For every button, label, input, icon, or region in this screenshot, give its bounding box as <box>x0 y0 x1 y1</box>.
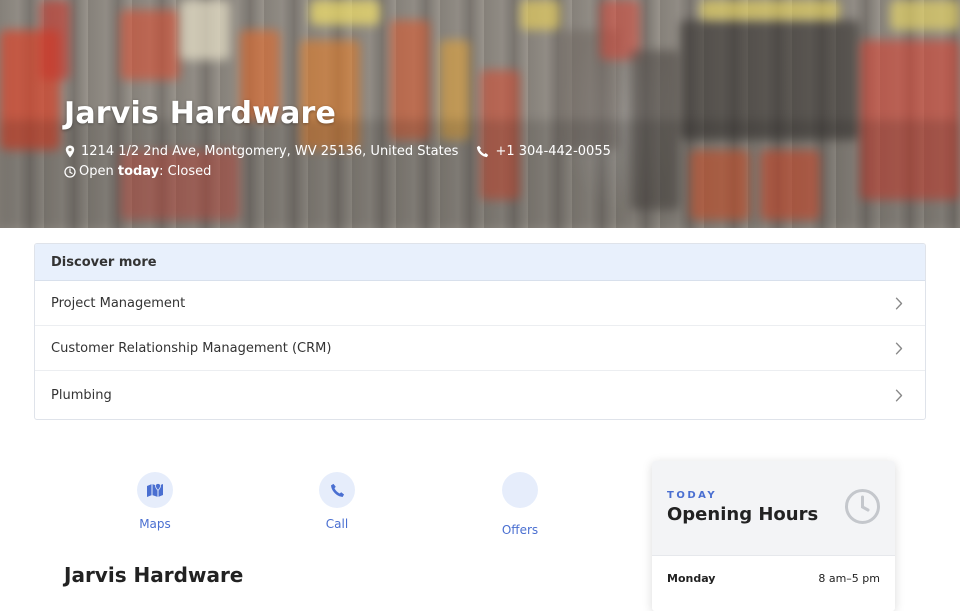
store-phone[interactable]: +1 304-442-0055 <box>495 144 610 159</box>
offers-button[interactable]: Offers <box>475 472 565 537</box>
offers-icon <box>502 472 538 508</box>
opening-hours-card: TODAY Opening Hours Monday 8 am–5 pm <box>652 461 895 611</box>
offers-label: Offers <box>501 523 539 537</box>
chevron-right-icon <box>889 342 909 355</box>
hours-day: Monday <box>667 572 716 585</box>
store-address[interactable]: 1214 1/2 2nd Ave, Montgomery, WV 25136, … <box>81 144 458 159</box>
business-name: Jarvis Hardware <box>64 563 244 587</box>
hours-time: 8 am–5 pm <box>818 572 880 585</box>
chevron-right-icon <box>889 389 909 402</box>
map-pin-icon <box>65 145 75 158</box>
discover-item-label: Plumbing <box>51 387 112 403</box>
clock-icon <box>64 165 76 178</box>
phone-icon <box>319 472 355 508</box>
open-status: Open today: Closed <box>79 164 212 179</box>
clock-icon <box>845 489 880 524</box>
discover-more-heading: Discover more <box>35 244 925 281</box>
quick-actions: Maps Call Offers <box>64 468 624 548</box>
discover-item-plumbing[interactable]: Plumbing <box>35 371 925 419</box>
discover-more-panel: Discover more Project Management Custome… <box>34 243 926 420</box>
discover-item-project-management[interactable]: Project Management <box>35 281 925 326</box>
maps-icon <box>137 472 173 508</box>
discover-item-label: Customer Relationship Management (CRM) <box>51 340 332 356</box>
discover-item-label: Project Management <box>51 295 186 311</box>
call-button[interactable]: Call <box>292 472 382 531</box>
discover-item-crm[interactable]: Customer Relationship Management (CRM) <box>35 326 925 371</box>
call-label: Call <box>325 517 349 531</box>
hours-row-monday: Monday 8 am–5 pm <box>652 555 895 585</box>
store-title: Jarvis Hardware <box>64 96 337 131</box>
maps-label: Maps <box>139 517 171 531</box>
phone-icon <box>477 145 489 158</box>
maps-button[interactable]: Maps <box>110 472 200 531</box>
hero-banner: Jarvis Hardware 1214 1/2 2nd Ave, Montgo… <box>0 0 960 228</box>
chevron-right-icon <box>889 297 909 310</box>
